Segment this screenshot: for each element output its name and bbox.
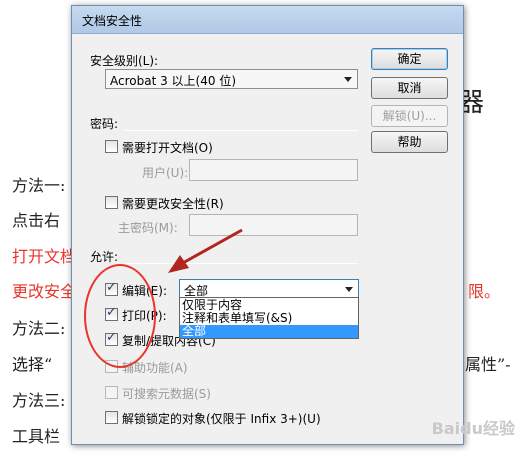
watermark: Baidu经验 <box>431 419 515 438</box>
annotation-arrow-icon <box>168 228 243 273</box>
